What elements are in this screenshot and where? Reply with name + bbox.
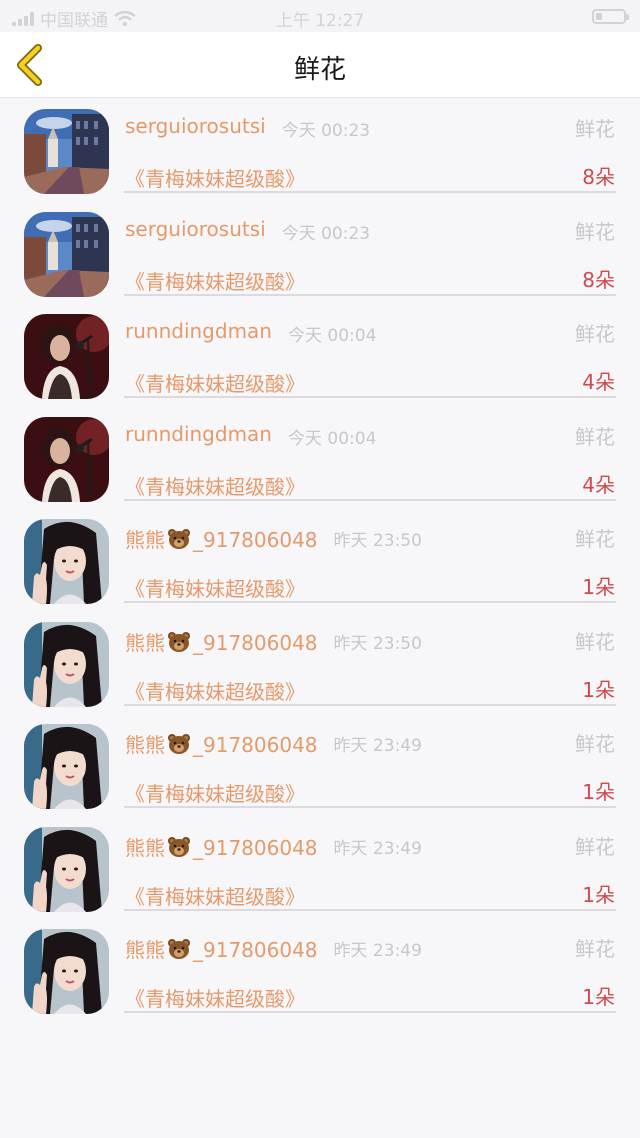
flower-count: 1朵: [582, 677, 615, 702]
song-title[interactable]: 《青梅妹妹超级酸》: [125, 471, 305, 500]
timestamp: 昨天 23:50: [333, 633, 422, 654]
divider: [124, 908, 616, 911]
list-item[interactable]: 熊熊 _917806048 昨天 23:50 鲜花《青梅妹妹超级酸》 1朵: [0, 508, 640, 611]
song-title[interactable]: 《青梅妹妹超级酸》: [125, 368, 305, 397]
gift-type-label: 鲜花: [575, 322, 615, 346]
divider: [124, 293, 616, 296]
divider: [124, 396, 616, 398]
bear-emoji-icon: [168, 631, 190, 652]
song-title[interactable]: 《青梅妹妹超级酸》: [125, 573, 305, 602]
avatar[interactable]: [24, 621, 109, 707]
avatar[interactable]: [24, 109, 109, 194]
bear-emoji-icon: [168, 529, 190, 549]
gift-type-label: 鲜花: [575, 732, 615, 756]
flower-count: 1朵: [582, 780, 615, 804]
avatar[interactable]: [24, 929, 109, 1014]
bear-emoji-icon: [168, 734, 190, 754]
divider: [124, 191, 616, 193]
username[interactable]: 熊熊 _917806048: [125, 524, 318, 553]
list-item[interactable]: 熊熊 _917806048 昨天 23:49 鲜花《青梅妹妹超级酸》 1朵: [0, 816, 640, 919]
song-title[interactable]: 《青梅妹妹超级酸》: [125, 676, 305, 705]
flower-count: 4朵: [582, 472, 615, 497]
list-item[interactable]: 熊熊 _917806048 昨天 23:50 鲜花《青梅妹妹超级酸》 1朵: [0, 611, 640, 714]
nav-bar: 鲜花: [0, 32, 640, 98]
flower-count: 4朵: [582, 370, 615, 394]
gift-type-label: 鲜花: [575, 527, 615, 551]
song-title[interactable]: 《青梅妹妹超级酸》: [125, 778, 305, 807]
status-time: 上午 12:27: [275, 11, 365, 31]
song-title[interactable]: 《青梅妹妹超级酸》: [125, 266, 305, 295]
avatar[interactable]: [24, 416, 109, 502]
timestamp: 今天 00:04: [287, 428, 377, 449]
username[interactable]: serguiorosutsi: [125, 114, 266, 138]
avatar[interactable]: [24, 724, 109, 809]
gift-type-label: 鲜花: [575, 937, 615, 961]
timestamp: 昨天 23:50: [333, 531, 422, 551]
status-bar: 中国联通 上午 12:27: [0, 0, 640, 32]
avatar[interactable]: [24, 314, 109, 399]
flower-count: 1朵: [582, 575, 615, 599]
song-title[interactable]: 《青梅妹妹超级酸》: [125, 881, 305, 910]
song-title[interactable]: 《青梅妹妹超级酸》: [125, 983, 305, 1012]
timestamp: 今天 00:04: [287, 326, 377, 346]
username[interactable]: 熊熊 _917806048: [125, 832, 318, 861]
flower-list: serguiorosutsi 今天 00:23 鲜花 《青梅妹妹超级酸》 8朵 serg…: [0, 98, 640, 1021]
flower-count: 8朵: [582, 267, 615, 292]
divider: [124, 1011, 616, 1013]
flower-count: 1朵: [582, 985, 615, 1009]
list-item[interactable]: 熊熊 _917806048 昨天 23:49 鲜花《青梅妹妹超级酸》 1朵: [0, 918, 640, 1021]
timestamp: 昨天 23:49: [333, 838, 422, 859]
timestamp: 昨天 23:49: [333, 941, 422, 961]
list-item[interactable]: 熊熊 _917806048 昨天 23:49 鲜花《青梅妹妹超级酸》 1朵: [0, 713, 640, 816]
divider: [124, 498, 616, 501]
username[interactable]: 熊熊 _917806048: [125, 729, 318, 758]
gift-type-label: 鲜花: [575, 834, 615, 859]
flower-count: 1朵: [582, 882, 615, 907]
divider: [124, 703, 616, 706]
username[interactable]: 熊熊 _917806048: [125, 627, 318, 656]
list-item[interactable]: runndingdman 今天 00:04 鲜花《青梅妹妹超级酸》 4朵: [0, 303, 640, 406]
bear-emoji-icon: [168, 939, 190, 959]
timestamp: 昨天 23:49: [333, 736, 422, 756]
divider: [124, 806, 616, 808]
gift-type-label: 鲜花: [575, 629, 615, 654]
gift-type-label: 鲜花: [575, 219, 615, 244]
flower-count: 8朵: [582, 165, 615, 189]
username[interactable]: runndingdman: [125, 319, 272, 343]
avatar[interactable]: [24, 211, 109, 297]
avatar[interactable]: [24, 826, 109, 912]
gift-type-label: 鲜花: [575, 424, 615, 449]
battery-icon: [592, 9, 629, 24]
divider: [124, 601, 616, 603]
song-title[interactable]: 《青梅妹妹超级酸》: [125, 163, 305, 192]
username[interactable]: runndingdman: [125, 422, 272, 446]
avatar[interactable]: [24, 519, 109, 604]
list-item[interactable]: runndingdman 今天 00:04 鲜花《青梅妹妹超级酸》 4朵: [0, 406, 640, 509]
list-item[interactable]: serguiorosutsi 今天 00:23 鲜花《青梅妹妹超级酸》 8朵: [0, 201, 640, 304]
username[interactable]: 熊熊 _917806048: [125, 934, 318, 963]
username[interactable]: serguiorosutsi: [125, 217, 266, 241]
timestamp: 今天 00:23: [281, 223, 371, 244]
gift-type-label: 鲜花: [575, 117, 615, 141]
page-title: 鲜花: [293, 55, 346, 85]
timestamp: 今天 00:23: [281, 121, 371, 141]
list-item[interactable]: serguiorosutsi 今天 00:23 鲜花《青梅妹妹超级酸》 8朵: [0, 98, 640, 201]
bear-emoji-icon: [168, 836, 190, 857]
